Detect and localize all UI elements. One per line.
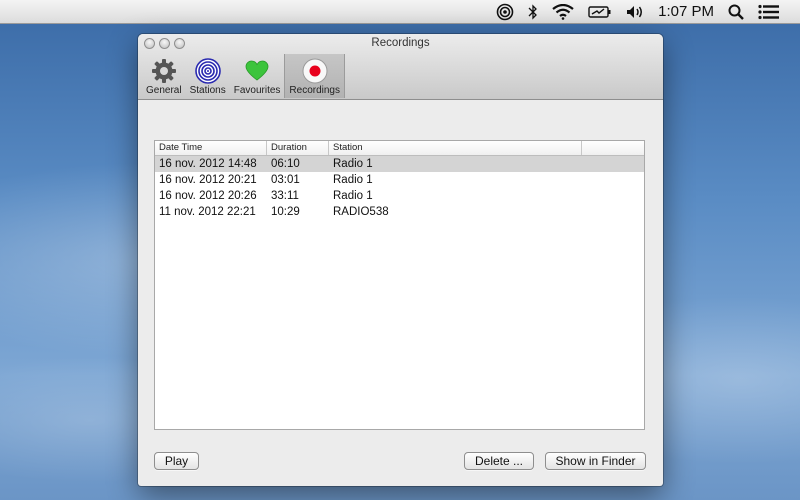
tab-stations[interactable]: Stations	[186, 54, 230, 98]
column-header-extra[interactable]	[582, 141, 644, 155]
tab-general[interactable]: General	[142, 54, 186, 98]
cell-duration: 06:10	[271, 158, 300, 170]
column-header-date-time[interactable]: Date Time	[155, 141, 267, 155]
gear-icon	[150, 57, 178, 85]
cell-date-time: 16 nov. 2012 20:21	[159, 174, 257, 186]
bluetooth-icon[interactable]	[528, 0, 538, 24]
recordings-table[interactable]: Date Time Duration Station 16 nov. 2012 …	[154, 140, 645, 430]
wifi-icon[interactable]	[552, 0, 574, 24]
cell-duration: 10:29	[271, 206, 300, 218]
tab-favourites[interactable]: Favourites	[230, 54, 285, 98]
table-row[interactable]: 16 nov. 2012 20:26 33:11 Radio 1	[155, 188, 644, 204]
preferences-toolbar: General Stations Favourites Recordings	[142, 54, 345, 98]
menu-clock[interactable]: 1:07 PM	[658, 0, 714, 24]
table-row[interactable]: 11 nov. 2012 22:21 10:29 RADIO538	[155, 204, 644, 220]
tab-favourites-label: Favourites	[233, 85, 281, 96]
delete-button[interactable]: Delete ...	[464, 452, 534, 470]
table-row[interactable]: 16 nov. 2012 14:48 06:10 Radio 1	[155, 156, 644, 172]
play-button[interactable]: Play	[154, 452, 199, 470]
volume-icon[interactable]	[626, 0, 644, 24]
table-row[interactable]: 16 nov. 2012 20:21 03:01 Radio 1	[155, 172, 644, 188]
cell-station: Radio 1	[333, 190, 373, 202]
record-icon	[301, 57, 329, 85]
window-titlebar: Recordings General Stations Favourites R…	[138, 34, 663, 100]
tab-recordings-label: Recordings	[289, 85, 340, 96]
cell-duration: 33:11	[271, 190, 299, 202]
cell-station: Radio 1	[333, 158, 373, 170]
menu-bar: 1:07 PM	[0, 0, 800, 24]
tab-stations-label: Stations	[189, 85, 226, 96]
spotlight-search-icon[interactable]	[728, 0, 744, 24]
heart-icon	[243, 57, 271, 85]
column-header-duration[interactable]: Duration	[267, 141, 329, 155]
cell-duration: 03:01	[271, 174, 300, 186]
stations-icon	[194, 57, 222, 85]
column-header-station[interactable]: Station	[329, 141, 582, 155]
cell-station: Radio 1	[333, 174, 373, 186]
notification-list-icon[interactable]	[758, 0, 780, 24]
tab-recordings[interactable]: Recordings	[284, 54, 345, 98]
show-in-finder-button[interactable]: Show in Finder	[545, 452, 646, 470]
cell-date-time: 16 nov. 2012 14:48	[159, 158, 257, 170]
recordings-window: Recordings General Stations Favourites R…	[138, 34, 663, 486]
cell-date-time: 16 nov. 2012 20:26	[159, 190, 257, 202]
tab-general-label: General	[146, 85, 182, 96]
cell-date-time: 11 nov. 2012 22:21	[159, 206, 256, 218]
table-header: Date Time Duration Station	[155, 141, 644, 156]
radio-target-icon[interactable]	[496, 0, 514, 24]
cell-station: RADIO538	[333, 206, 389, 218]
battery-icon[interactable]	[588, 0, 612, 24]
window-title: Recordings	[371, 37, 430, 49]
